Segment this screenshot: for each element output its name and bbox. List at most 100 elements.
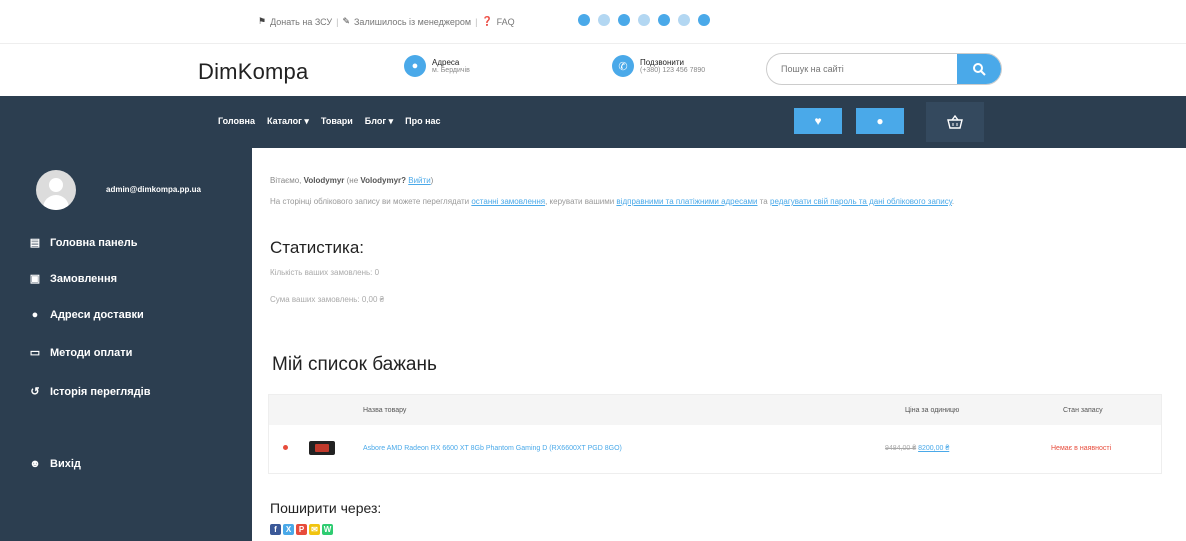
top-bar: ⚑ Донать на ЗСУ | ✎ Залишилось із менедж… [0,0,1186,44]
intro-part: . [951,197,955,206]
twitter-icon[interactable] [658,14,670,26]
intro-part: та [759,197,768,206]
sidebar-item-label: Замовлення [50,272,118,285]
nav-item-home[interactable]: Головна [218,116,255,127]
manager-link[interactable]: Залишилось із менеджером [354,17,471,27]
nav-item-blog[interactable]: Блог ▾ [365,116,393,127]
greeting-middle: (не [346,176,359,185]
account-content: Вітаємо, Volodymyr (не Volodymyr? Вийти)… [252,148,1186,541]
telegram-icon[interactable] [578,14,590,26]
phone-title: Подзвонити [640,58,684,67]
facebook-icon[interactable] [618,14,630,26]
site-header: DimKompa ● Адреса м. Бердичів ✆ Подзвони… [0,44,1186,96]
nav-item-about[interactable]: Про нас [405,116,440,127]
new-price: 8200,00 ₴ [918,445,950,452]
orders-icon: ▣ [29,273,41,285]
intro-part: На сторінці облікового запису ви можете … [270,197,470,206]
search-icon [973,63,986,76]
phone-icon: ✆ [612,55,634,77]
sidebar-item-label: Вихід [50,458,81,470]
top-links: ⚑ Донать на ЗСУ | ✎ Залишилось із менедж… [258,16,515,27]
divider: | [475,16,478,27]
location-pin-icon: ● [404,55,426,77]
skype-icon[interactable] [698,14,710,26]
greeting: Вітаємо, Volodymyr (не Volodymyr? Вийти) [270,176,433,185]
sidebar-item-label: Історія переглядів [50,385,151,398]
stats-heading: Статистика: [270,238,365,257]
twitter-icon[interactable]: X [283,524,294,535]
whatsapp-icon[interactable]: W [322,524,333,535]
column-header-name: Назва товару [363,407,407,414]
basket-icon [947,115,963,129]
nav-item-catalog[interactable]: Каталог ▾ [267,116,309,127]
youtube-icon[interactable] [678,14,690,26]
orders-sum: Сума ваших замовлень: 0,00 ₴ [270,295,385,304]
search-button[interactable] [957,54,1001,84]
sidebar-item-label: Головна панель [50,236,138,249]
wishlist-table: Назва товару Ціна за одиницю Стан запасу… [268,394,1162,474]
social-links [578,14,710,26]
address-subtitle: м. Бердичів [432,67,470,74]
account-sidebar: admin@dimkompa.pp.ua ▤ Головна панель ▣ … [0,148,252,541]
cart-button[interactable] [926,102,984,142]
intro-part: , керувати вашими [545,197,615,206]
viber-icon[interactable] [598,14,610,26]
product-thumbnail[interactable] [309,441,335,455]
pinterest-icon[interactable]: P [296,524,307,535]
site-logo[interactable]: DimKompa [198,59,308,85]
account-button[interactable]: ● [856,108,904,134]
search-input[interactable] [767,54,957,84]
greeting-end: ) [430,176,434,185]
sidebar-item-addresses[interactable]: ● Адреси доставки [28,309,144,321]
phone-number: (+380) 123 456 7890 [640,67,706,74]
question-icon: ❓ [481,16,493,26]
faq-link[interactable]: FAQ [497,17,515,27]
search-box [766,53,1002,85]
pencil-icon: ✎ [342,16,350,26]
wishlist-button[interactable]: ♥ [794,108,842,134]
user-icon: ● [876,114,884,128]
sidebar-item-history[interactable]: ↺ Історія переглядів [28,385,151,399]
orders-count: Кількість ваших замовлень: 0 [270,268,380,277]
facebook-icon[interactable]: f [270,524,281,535]
column-header-stock: Стан запасу [1063,407,1103,414]
product-price: 9484,00 ₴ 8200,00 ₴ [885,445,949,452]
wishlist-heading: Мій список бажань [272,354,437,375]
nav-menu: Головна Каталог ▾ Товари Блог ▾ Про нас [218,116,441,127]
instagram-icon[interactable] [638,14,650,26]
recent-orders-link[interactable]: останні замовлення [471,197,545,206]
product-name-link[interactable]: Asbore AMD Radeon RX 6600 XT 8Gb Phantom… [363,445,622,452]
sidebar-item-label: Адреси доставки [50,309,144,321]
history-icon: ↺ [30,386,40,398]
location-icon: ● [31,309,39,321]
intro-text: На сторінці облікового запису ви можете … [270,196,1160,207]
donate-link[interactable]: Донать на ЗСУ [270,17,332,27]
share-buttons: f X P ✉ W [270,524,333,535]
logout-link[interactable]: Вийти [408,176,430,185]
dashboard-icon: ▤ [29,237,41,249]
avatar [36,170,76,210]
remove-item-icon[interactable] [283,445,288,450]
address-title: Адреса [432,58,460,67]
sidebar-item-label: Методи оплати [50,346,133,359]
phone-info[interactable]: ✆ Подзвонити (+380) 123 456 7890 [612,55,705,77]
donate-icon: ⚑ [258,16,267,26]
sidebar-item-dashboard[interactable]: ▤ Головна панель [28,236,138,250]
heart-icon: ♥ [814,114,822,128]
share-heading: Поширити через: [270,500,382,516]
divider: | [336,16,339,27]
greeting-username-alt: Volodymyr? [360,176,407,185]
user-email: admin@dimkompa.pp.ua [106,185,201,194]
email-icon[interactable]: ✉ [309,524,320,535]
main-nav: Головна Каталог ▾ Товари Блог ▾ Про нас … [0,96,1186,148]
stock-status: Немає в наявності [1051,445,1112,452]
edit-account-link[interactable]: редагувати свій пароль та дані обліковог… [770,197,952,206]
address-info[interactable]: ● Адреса м. Бердичів [404,55,470,77]
logout-icon: ☻ [29,458,41,470]
addresses-link[interactable]: відправними та платіжними адресами [616,197,757,206]
table-row: Asbore AMD Radeon RX 6600 XT 8Gb Phantom… [269,425,1161,473]
sidebar-item-payment[interactable]: ▭ Методи оплати [28,346,133,360]
nav-item-products[interactable]: Товари [321,116,353,127]
sidebar-item-orders[interactable]: ▣ Замовлення [28,272,118,286]
sidebar-item-logout[interactable]: ☻ Вихід [28,458,81,470]
